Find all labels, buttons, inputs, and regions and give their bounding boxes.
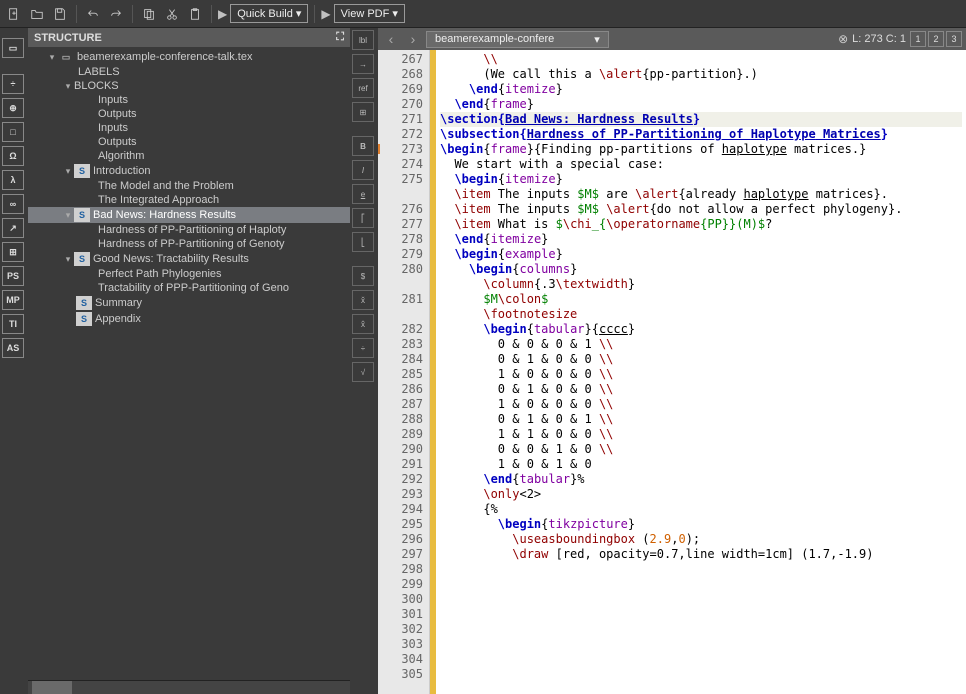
- tree-blocks[interactable]: ▾BLOCKS: [28, 79, 350, 93]
- layout-2-btn[interactable]: 2: [928, 31, 944, 47]
- tool-btn[interactable]: x̌: [352, 290, 374, 310]
- tool-btn[interactable]: lbl: [352, 30, 374, 50]
- layout-1-btn[interactable]: 1: [910, 31, 926, 47]
- nav-fwd-icon[interactable]: ›: [404, 30, 422, 48]
- structure-title: STRUCTURE: [34, 32, 102, 44]
- symbol-btn[interactable]: TI: [2, 314, 24, 334]
- nav-back-icon[interactable]: ‹: [382, 30, 400, 48]
- undo-icon[interactable]: [83, 4, 103, 24]
- copy-icon[interactable]: [139, 4, 159, 24]
- close-icon[interactable]: ⊗: [838, 32, 848, 46]
- left-symbol-bar: ▭ ÷ ⊕ □ Ω λ ∞ ↗ ⊞ PS MP TI AS: [0, 28, 28, 694]
- tree-section[interactable]: ▾SIntroduction: [28, 163, 350, 179]
- cut-icon[interactable]: [162, 4, 182, 24]
- structure-pane: STRUCTURE ⛶ ▾▭beamerexample-conference-t…: [28, 28, 350, 694]
- quick-build-dropdown[interactable]: Quick Build▾: [230, 4, 308, 23]
- code-editor[interactable]: 2672682692702712722732742752762772782792…: [378, 50, 966, 694]
- tool-btn[interactable]: x̂: [352, 314, 374, 334]
- structure-header: STRUCTURE ⛶: [28, 28, 350, 47]
- new-file-icon[interactable]: [4, 4, 24, 24]
- main-toolbar: ▶ Quick Build▾ ▶ View PDF▾: [0, 0, 966, 28]
- symbol-btn[interactable]: PS: [2, 266, 24, 286]
- view-pdf-dropdown[interactable]: View PDF▾: [334, 4, 405, 23]
- play-icon-1[interactable]: ▶: [218, 7, 227, 21]
- tree-item[interactable]: Outputs: [28, 135, 350, 149]
- mid-tool-bar: lbl → ref ⊞ B I e ⎡ ⎣ $ x̌ x̂ ÷ √: [350, 28, 378, 694]
- symbol-btn[interactable]: □: [2, 122, 24, 142]
- symbol-btn[interactable]: Ω: [2, 146, 24, 166]
- tree-section[interactable]: SSummary: [28, 295, 350, 311]
- code-content[interactable]: \\ (We call this a \alert{pp-partition}.…: [436, 50, 966, 694]
- tree-item[interactable]: Algorithm: [28, 149, 350, 163]
- bold-btn[interactable]: B: [352, 136, 374, 156]
- tool-btn[interactable]: ⎣: [352, 232, 374, 252]
- paste-icon[interactable]: [185, 4, 205, 24]
- tree-item[interactable]: Perfect Path Phylogenies: [28, 267, 350, 281]
- symbol-btn[interactable]: ⊞: [2, 242, 24, 262]
- tree-section[interactable]: ▾SGood News: Tractability Results: [28, 251, 350, 267]
- file-dropdown[interactable]: beamerexample-confere▾: [426, 31, 609, 48]
- tool-btn[interactable]: →: [352, 54, 374, 74]
- tool-btn[interactable]: ⊞: [352, 102, 374, 122]
- tree-item[interactable]: The Integrated Approach: [28, 193, 350, 207]
- cursor-position: L: 273 C: 1: [852, 33, 906, 45]
- editor-pane: ‹ › beamerexample-confere▾ ⊗ L: 273 C: 1…: [378, 28, 966, 694]
- editor-header: ‹ › beamerexample-confere▾ ⊗ L: 273 C: 1…: [378, 28, 966, 50]
- tree-labels[interactable]: LABELS: [28, 65, 350, 79]
- symbol-btn[interactable]: λ: [2, 170, 24, 190]
- emph-btn[interactable]: e: [352, 184, 374, 204]
- tree-item[interactable]: Inputs: [28, 121, 350, 135]
- symbol-btn[interactable]: ∞: [2, 194, 24, 214]
- open-file-icon[interactable]: [27, 4, 47, 24]
- symbol-btn[interactable]: ▭: [2, 38, 24, 58]
- tree-root[interactable]: ▾▭beamerexample-conference-talk.tex: [28, 49, 350, 65]
- frac-btn[interactable]: ÷: [352, 338, 374, 358]
- sqrt-btn[interactable]: √: [352, 362, 374, 382]
- quick-build-label: Quick Build: [237, 8, 293, 20]
- structure-tree: ▾▭beamerexample-conference-talk.tex LABE…: [28, 47, 350, 680]
- tool-btn[interactable]: ref: [352, 78, 374, 98]
- symbol-btn[interactable]: MP: [2, 290, 24, 310]
- tree-section-selected[interactable]: ▾SBad News: Hardness Results: [28, 207, 350, 223]
- tree-item[interactable]: Inputs: [28, 93, 350, 107]
- line-gutter: 2672682692702712722732742752762772782792…: [378, 50, 430, 694]
- redo-icon[interactable]: [106, 4, 126, 24]
- play-icon-2[interactable]: ▶: [321, 7, 330, 21]
- tool-btn[interactable]: $: [352, 266, 374, 286]
- save-icon[interactable]: [50, 4, 70, 24]
- tree-item[interactable]: The Model and the Problem: [28, 179, 350, 193]
- tree-item[interactable]: Tractability of PPP-Partitioning of Geno: [28, 281, 350, 295]
- tree-item[interactable]: Hardness of PP-Partitioning of Genoty: [28, 237, 350, 251]
- tree-item[interactable]: Outputs: [28, 107, 350, 121]
- h-scrollbar[interactable]: [28, 680, 350, 694]
- view-pdf-label: View PDF: [341, 8, 390, 20]
- italic-btn[interactable]: I: [352, 160, 374, 180]
- symbol-btn[interactable]: ⊕: [2, 98, 24, 118]
- symbol-btn[interactable]: ↗: [2, 218, 24, 238]
- layout-3-btn[interactable]: 3: [946, 31, 962, 47]
- symbol-btn[interactable]: ÷: [2, 74, 24, 94]
- tree-item[interactable]: Hardness of PP-Partitioning of Haploty: [28, 223, 350, 237]
- symbol-btn[interactable]: AS: [2, 338, 24, 358]
- tree-section[interactable]: SAppendix: [28, 311, 350, 327]
- expand-icon[interactable]: ⛶: [336, 31, 344, 44]
- tool-btn[interactable]: ⎡: [352, 208, 374, 228]
